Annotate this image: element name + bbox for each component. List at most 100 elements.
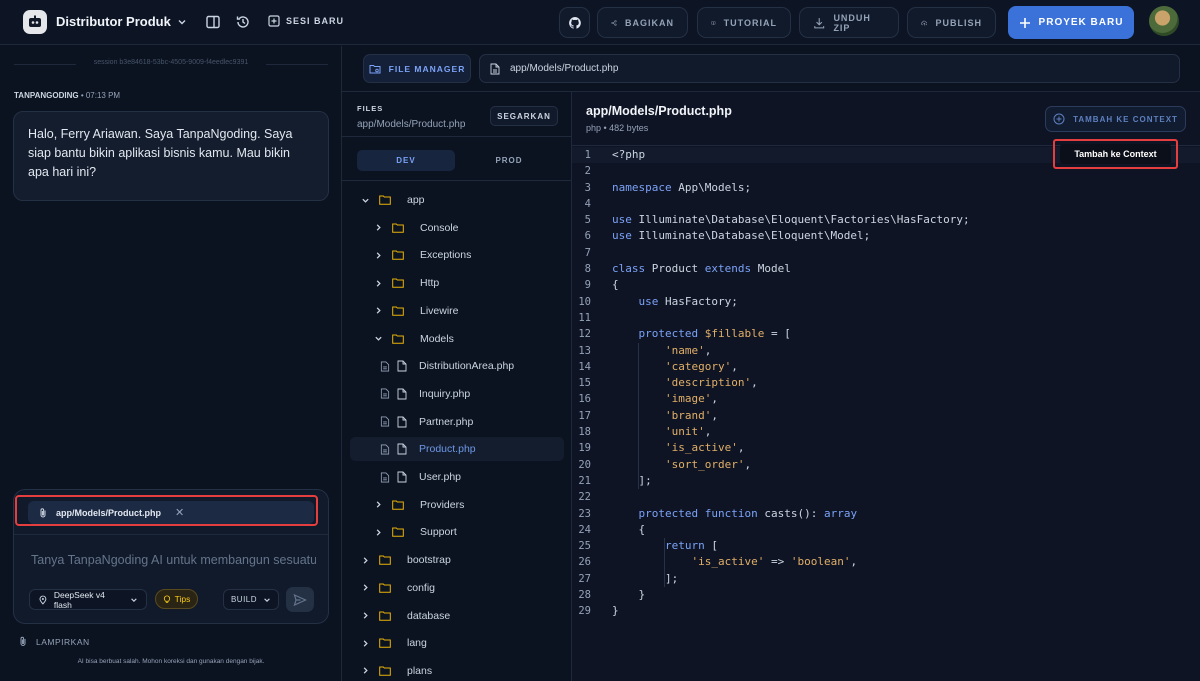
map-pin-icon xyxy=(39,595,47,605)
app-logo-icon[interactable] xyxy=(23,10,47,34)
tree-folder[interactable]: app xyxy=(342,188,571,212)
divider xyxy=(14,534,328,535)
env-prod-tab[interactable]: PROD xyxy=(460,150,558,171)
chevron-right-icon[interactable] xyxy=(374,251,383,260)
tree-file[interactable]: User.php xyxy=(342,465,571,489)
line-number: 11 xyxy=(578,311,591,324)
tree-folder[interactable]: Models xyxy=(342,327,571,351)
publish-label: PUBLISH xyxy=(935,17,982,28)
tutorial-label: TUTORIAL xyxy=(723,17,777,28)
sidebar-toggle-icon[interactable] xyxy=(205,14,221,30)
tree-folder[interactable]: database xyxy=(342,604,571,628)
folder-icon xyxy=(379,195,391,205)
file-code-icon xyxy=(380,472,390,483)
tree-folder[interactable]: Console xyxy=(342,216,571,240)
chat-input[interactable] xyxy=(31,553,316,567)
project-selector[interactable]: Distributor Produk xyxy=(56,14,187,29)
send-button[interactable] xyxy=(286,587,314,612)
chevron-right-icon[interactable] xyxy=(361,583,370,592)
tree-folder[interactable]: Providers xyxy=(342,493,571,517)
tree-folder[interactable]: bootstrap xyxy=(342,548,571,572)
tree-folder[interactable]: Livewire xyxy=(342,299,571,323)
tree-folder[interactable]: Support xyxy=(342,520,571,544)
tree-file[interactable]: Partner.php xyxy=(342,410,571,434)
code-line: 9{ xyxy=(572,277,1200,293)
env-dev-tab[interactable]: DEV xyxy=(357,150,455,171)
code-text: { xyxy=(612,278,619,292)
chevron-down-icon xyxy=(178,19,186,24)
chevron-right-icon[interactable] xyxy=(374,306,383,315)
code-text: 'is_active', xyxy=(664,441,745,455)
tree-folder[interactable]: config xyxy=(342,576,571,600)
share-button[interactable]: BAGIKAN xyxy=(597,7,688,38)
tips-button[interactable]: Tips xyxy=(155,589,198,609)
chevron-right-icon[interactable] xyxy=(374,528,383,537)
chevron-right-icon[interactable] xyxy=(374,223,383,232)
tree-folder[interactable]: Http xyxy=(342,271,571,295)
github-button[interactable] xyxy=(559,7,590,38)
file-path-field[interactable]: app/Models/Product.php xyxy=(479,54,1180,83)
code-area[interactable]: 1 <?php 2 3 namespace App\Models; 4 5 use Illum… xyxy=(572,147,1200,620)
tree-file[interactable]: DistributionArea.php xyxy=(342,354,571,378)
tooltip-highlight: Tambah ke Context xyxy=(1053,139,1178,169)
history-icon[interactable] xyxy=(235,14,251,30)
chevron-down-icon[interactable] xyxy=(374,334,383,343)
tree-folder[interactable]: Exceptions xyxy=(342,243,571,267)
line-number: 12 xyxy=(578,328,591,341)
download-zip-button[interactable]: UNDUH ZIP xyxy=(799,7,899,38)
tree-folder[interactable]: plans xyxy=(342,659,571,681)
add-to-context-button[interactable]: TAMBAH KE CONTEXT xyxy=(1045,106,1186,132)
chevron-down-icon[interactable] xyxy=(361,196,370,205)
tree-item-label: Livewire xyxy=(420,304,459,317)
chevron-right-icon[interactable] xyxy=(361,611,370,620)
remove-attachment-icon[interactable]: ✕ xyxy=(175,506,184,519)
files-path: app/Models/Product.php xyxy=(357,119,466,130)
plus-circle-icon xyxy=(1053,113,1065,125)
code-line: 21 ]; xyxy=(572,473,1200,489)
line-number: 26 xyxy=(578,556,591,569)
folder-icon xyxy=(379,583,391,593)
line-number: 27 xyxy=(578,572,591,585)
tab-file-manager[interactable]: FILE MANAGER xyxy=(363,54,471,83)
refresh-button[interactable]: SEGARKAN xyxy=(490,106,558,126)
attachment-highlight: app/Models/Product.php ✕ xyxy=(15,495,318,526)
model-select[interactable]: DeepSeek v4 flash xyxy=(29,589,147,610)
tab-file-manager-label: FILE MANAGER xyxy=(388,63,466,74)
tree-item-label: Http xyxy=(420,277,440,290)
code-text: use Illuminate\Database\Eloquent\Model; xyxy=(612,229,871,243)
avatar[interactable] xyxy=(1149,6,1179,36)
folder-icon xyxy=(379,638,391,648)
line-number: 4 xyxy=(584,197,591,210)
tree-folder[interactable]: lang xyxy=(342,631,571,655)
files-label: FILES xyxy=(357,104,384,113)
chevron-right-icon[interactable] xyxy=(361,639,370,648)
chevron-right-icon[interactable] xyxy=(361,556,370,565)
code-text: protected function casts(): array xyxy=(638,506,858,520)
file-icon xyxy=(490,63,500,74)
new-project-button[interactable]: PROYEK BARU xyxy=(1008,6,1134,39)
project-title: Distributor Produk xyxy=(56,14,171,29)
tree-file[interactable]: Inquiry.php xyxy=(342,382,571,406)
tree-file[interactable]: Product.php xyxy=(350,437,564,462)
chevron-right-icon[interactable] xyxy=(374,500,383,509)
new-session-button[interactable]: SESI BARU xyxy=(268,15,344,27)
code-text: ]; xyxy=(612,571,679,585)
chevron-right-icon[interactable] xyxy=(374,279,383,288)
attachment-chip[interactable]: app/Models/Product.php ✕ xyxy=(28,501,314,524)
attach-button[interactable]: LAMPIRKAN xyxy=(18,635,90,648)
mode-select[interactable]: BUILD xyxy=(223,589,279,610)
share-icon xyxy=(611,19,617,26)
chat-composer: app/Models/Product.php ✕ DeepSeek v4 fla… xyxy=(13,489,329,624)
code-line: 5 use Illuminate\Database\Eloquent\Factor… xyxy=(572,212,1200,228)
tree-item-label: Product.php xyxy=(419,443,476,456)
chevron-right-icon[interactable] xyxy=(361,666,370,675)
folder-icon xyxy=(392,278,404,288)
indent-guide xyxy=(638,342,639,490)
tree-item-label: Partner.php xyxy=(419,415,474,428)
publish-button[interactable]: PUBLISH xyxy=(907,7,996,38)
tutorial-button[interactable]: TUTORIAL xyxy=(697,7,791,38)
line-number: 1 xyxy=(584,149,591,161)
code-text: 'description', xyxy=(664,376,758,390)
code-text: { xyxy=(612,522,646,536)
line-number: 21 xyxy=(578,474,591,487)
